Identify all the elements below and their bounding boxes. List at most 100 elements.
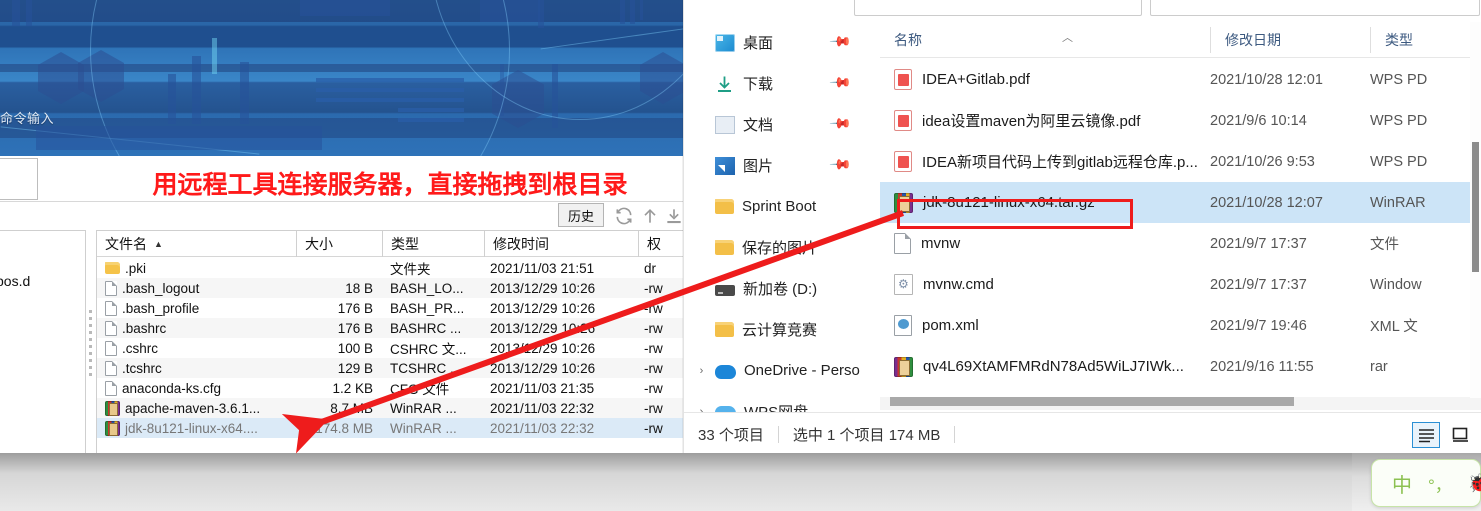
ftp-cell-size: 1.2 KB — [332, 380, 373, 396]
pictures-icon — [715, 156, 735, 175]
sidebar-item-sprint-boot[interactable]: Sprint Boot — [684, 186, 871, 227]
sidebar-item-文档[interactable]: 文档 📌 — [684, 104, 871, 145]
ftp-cell-name: jdk-8u121-linux-x64.... — [97, 420, 296, 436]
ftp-cell-type: CFG 文件 — [390, 382, 450, 397]
table-row[interactable]: apache-maven-3.6.1... 8.7 MB WinRAR ... 202… — [97, 398, 690, 418]
explorer-vscrollbar-track[interactable] — [1470, 22, 1481, 398]
explorer-cell-type: Window — [1370, 276, 1422, 293]
download-icon[interactable] — [664, 206, 684, 226]
explorer-col-type[interactable]: 类型 — [1370, 26, 1481, 53]
ftp-col-type-label: 类型 — [391, 235, 419, 252]
refresh-icon[interactable] — [614, 206, 634, 226]
ftp-cell-time: 2013/12/29 10:26 — [490, 280, 596, 296]
ftp-cell-name: anaconda-ks.cfg — [97, 380, 296, 396]
chevron-right-icon[interactable]: › — [696, 365, 707, 377]
ftp-col-time[interactable]: 修改时间 — [484, 231, 638, 257]
folder-icon — [105, 262, 120, 274]
search-input[interactable] — [1150, 0, 1480, 16]
sogou-icon[interactable]: 🐞 — [1468, 473, 1481, 494]
ftp-col-name[interactable]: 文件名 ▲ — [97, 231, 296, 257]
ime-floating-toolbar[interactable]: 中 °， 🐞 — [1371, 459, 1481, 507]
sidebar-item-onedrive---perso[interactable]: › OneDrive - Perso — [684, 350, 871, 391]
ftp-rows-container: .pki 文件夹 2021/11/03 21:51 dr .bash_logout 18 … — [97, 258, 690, 438]
ftp-file-name: .pki — [125, 260, 147, 276]
table-row[interactable]: pom.xml 2021/9/7 19:46 XML 文 — [880, 305, 1481, 346]
upload-icon[interactable] — [640, 206, 660, 226]
sidebar-item-云计算竞赛[interactable]: 云计算竞赛 — [684, 309, 871, 350]
address-bar[interactable] — [854, 0, 1142, 16]
pin-icon[interactable]: 📌 — [828, 152, 853, 176]
explorer-hscrollbar-track[interactable] — [880, 397, 1481, 410]
ftp-file-name: apache-maven-3.6.1... — [125, 400, 261, 416]
explorer-file-list[interactable]: 名称 ︿ 修改日期 类型 IDEA+Gitlab.pdf 2021/10/28 1… — [880, 22, 1481, 412]
ftp-cell-time: 2013/12/29 10:26 — [490, 340, 596, 356]
sidebar-item-保存的图片[interactable]: 保存的图片 — [684, 227, 871, 268]
explorer-cell-name: jdk-8u121-linux-x64.tar.gz — [880, 192, 1210, 213]
ime-punctuation-icon[interactable]: °， — [1428, 471, 1452, 496]
table-row[interactable]: .bash_logout 18 B BASH_LO... 2013/12/29 10:… — [97, 278, 690, 298]
sidebar-item-新加卷-(d:)[interactable]: 新加卷 (D:) — [684, 268, 871, 309]
ftp-file-name: .cshrc — [122, 340, 159, 356]
table-row[interactable]: qv4L69XtAMFMRdN78Ad5WiLJ7IWk... 2021/9/16… — [880, 346, 1481, 387]
explorer-cell-name: qv4L69XtAMFMRdN78Ad5WiLJ7IWk... — [880, 356, 1210, 377]
explorer-cell-name: idea设置maven为阿里云镜像.pdf — [880, 110, 1210, 131]
sidebar-item-wps网盘[interactable]: ›WPS网盘 — [684, 391, 871, 412]
pin-icon[interactable]: 📌 — [828, 29, 853, 53]
explorer-cell-date: 2021/9/16 11:55 — [1210, 358, 1314, 375]
table-row[interactable]: mvnw.cmd 2021/9/7 17:37 Window — [880, 264, 1481, 305]
table-row[interactable]: .bash_profile 176 B BASH_PR... 2013/12/29 1… — [97, 298, 690, 318]
table-row[interactable]: .bashrc 176 B BASHRC ... 2013/12/29 10:26 -r… — [97, 318, 690, 338]
ftp-cell-time: 2013/12/29 10:26 — [490, 300, 596, 316]
explorer-cell-type: XML 文 — [1370, 319, 1418, 335]
explorer-col-name[interactable]: 名称 ︿ — [880, 27, 1210, 53]
history-button[interactable]: 历史 — [558, 203, 604, 227]
file-explorer-window: 桌面 📌 下载 📌 文档 📌 图片 📌 Sprint Boot 保存的图片 新加卷 (D:) 云计算竞… — [683, 0, 1481, 455]
ftp-cell-size: 100 B — [337, 340, 373, 356]
table-row[interactable]: .cshrc 100 B CSHRC 文... 2013/12/29 10:26 -rw — [97, 338, 690, 358]
ftp-col-size[interactable]: 大小 — [296, 231, 382, 257]
pin-icon[interactable]: 📌 — [828, 111, 853, 135]
table-row[interactable]: anaconda-ks.cfg 1.2 KB CFG 文件 2021/11/03 21… — [97, 378, 690, 398]
explorer-file-name: IDEA新项目代码上传到gitlab远程仓库.p... — [922, 154, 1198, 171]
table-row[interactable]: jdk-8u121-linux-x64.tar.gz 2021/10/28 12:… — [880, 182, 1481, 223]
table-row[interactable]: IDEA+Gitlab.pdf 2021/10/28 12:01 WPS PD — [880, 59, 1481, 100]
sidebar-item-图片[interactable]: 图片 📌 — [684, 145, 871, 186]
explorer-cell-name: IDEA+Gitlab.pdf — [880, 69, 1210, 90]
folder-icon — [715, 322, 734, 337]
sidebar-item-label: 桌面 — [743, 35, 774, 52]
file-icon — [105, 300, 117, 316]
explorer-file-name: pom.xml — [922, 317, 979, 334]
file-icon — [105, 360, 117, 376]
table-row[interactable]: jdk-8u121-linux-x64.... 174.8 MB WinRAR ..… — [97, 418, 690, 438]
explorer-rows-container: IDEA+Gitlab.pdf 2021/10/28 12:01 WPS PD ide… — [880, 59, 1481, 387]
file-icon — [105, 340, 117, 356]
ftp-cell-name: .pki — [97, 261, 296, 276]
pin-icon[interactable]: 📌 — [828, 70, 853, 94]
pane-splitter-handle[interactable] — [88, 306, 93, 396]
ftp-col-perm[interactable]: 权 — [638, 231, 678, 257]
ftp-left-pane-text: pos.d — [0, 273, 31, 289]
ftp-col-type[interactable]: 类型 — [382, 231, 484, 257]
table-row[interactable]: idea设置maven为阿里云镜像.pdf 2021/9/6 10:14 WPS P… — [880, 100, 1481, 141]
explorer-cell-name: pom.xml — [880, 315, 1210, 336]
explorer-top-strip — [684, 0, 1481, 22]
ftp-cell-size: 8.7 MB — [330, 400, 373, 416]
table-row[interactable]: .tcshrc 129 B TCSHRC ... 2013/12/29 10:26 -r… — [97, 358, 690, 378]
table-row[interactable]: .pki 文件夹 2021/11/03 21:51 dr — [97, 258, 690, 278]
explorer-file-name: mvnw.cmd — [923, 276, 994, 293]
details-view-icon[interactable] — [1412, 422, 1440, 448]
xml-icon — [894, 315, 912, 336]
ime-mode-chinese-icon[interactable]: 中 — [1392, 469, 1412, 498]
ftp-cell-name: .tcshrc — [97, 360, 296, 376]
table-row[interactable]: mvnw 2021/9/7 17:37 文件 — [880, 223, 1481, 264]
sidebar-item-label: 文档 — [743, 117, 774, 134]
explorer-hscrollbar-thumb[interactable] — [890, 397, 1294, 406]
plain-file-icon — [894, 233, 911, 254]
large-icons-view-icon[interactable] — [1446, 422, 1474, 448]
sidebar-item-下载[interactable]: 下载 📌 — [684, 63, 871, 104]
explorer-col-date[interactable]: 修改日期 — [1210, 26, 1370, 53]
sidebar-item-桌面[interactable]: 桌面 📌 — [684, 22, 871, 63]
navigation-pane[interactable]: 桌面 📌 下载 📌 文档 📌 图片 📌 Sprint Boot 保存的图片 新加卷 (D:) 云计算竞… — [684, 22, 871, 412]
table-row[interactable]: IDEA新项目代码上传到gitlab远程仓库.p... 2021/10/26 9:… — [880, 141, 1481, 182]
explorer-vscrollbar-thumb[interactable] — [1472, 142, 1479, 272]
